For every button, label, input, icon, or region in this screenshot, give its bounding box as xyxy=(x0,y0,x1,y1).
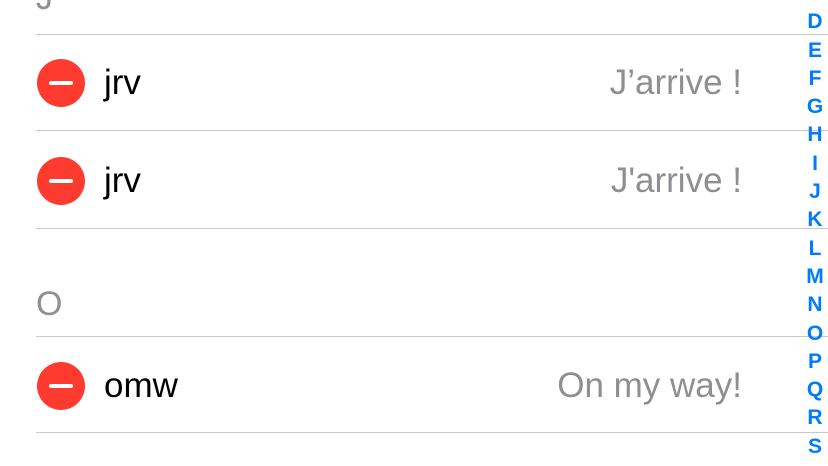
index-letter-m[interactable]: M xyxy=(802,263,828,291)
separator xyxy=(36,336,828,337)
separator xyxy=(36,130,828,131)
minus-icon xyxy=(49,81,73,85)
index-letter-g[interactable]: G xyxy=(802,93,828,121)
minus-icon xyxy=(49,179,73,183)
delete-button[interactable] xyxy=(37,59,85,107)
index-letter-f[interactable]: F xyxy=(802,65,828,93)
shortcut-label: omw xyxy=(104,366,178,405)
index-letter-i[interactable]: I xyxy=(802,150,828,178)
shortcut-label: jrv xyxy=(104,63,141,102)
phrase-label: On my way! xyxy=(557,366,742,405)
section-index-bar[interactable]: CDEFGHIJKLMNOPQRS xyxy=(802,0,828,461)
minus-icon xyxy=(49,384,73,388)
index-letter-d[interactable]: D xyxy=(802,8,828,36)
index-letter-n[interactable]: N xyxy=(802,291,828,319)
separator xyxy=(36,228,828,229)
separator xyxy=(36,432,828,433)
index-letter-c[interactable]: C xyxy=(802,0,828,8)
index-letter-l[interactable]: L xyxy=(802,235,828,263)
phrase-label: J'arrive ! xyxy=(610,161,742,200)
list-item[interactable]: omw On my way! xyxy=(0,338,790,434)
phrase-label: J’arrive ! xyxy=(609,63,742,102)
delete-button[interactable] xyxy=(37,362,85,410)
shortcut-label: jrv xyxy=(104,161,141,200)
index-letter-r[interactable]: R xyxy=(802,404,828,432)
delete-button[interactable] xyxy=(37,157,85,205)
index-letter-o[interactable]: O xyxy=(802,320,828,348)
index-letter-e[interactable]: E xyxy=(802,37,828,65)
index-letter-h[interactable]: H xyxy=(802,121,828,149)
index-letter-j[interactable]: J xyxy=(802,178,828,206)
index-letter-s[interactable]: S xyxy=(802,433,828,461)
section-header-j: J xyxy=(36,0,53,18)
list-item[interactable]: jrv J’arrive ! xyxy=(0,35,790,131)
section-header-o: O xyxy=(36,285,63,323)
index-letter-q[interactable]: Q xyxy=(802,376,828,404)
index-letter-p[interactable]: P xyxy=(802,348,828,376)
list-item[interactable]: jrv J'arrive ! xyxy=(0,133,790,229)
index-letter-k[interactable]: K xyxy=(802,206,828,234)
text-replacement-list: J jrv J’arrive ! jrv J'arrive ! O omw On… xyxy=(0,0,828,466)
